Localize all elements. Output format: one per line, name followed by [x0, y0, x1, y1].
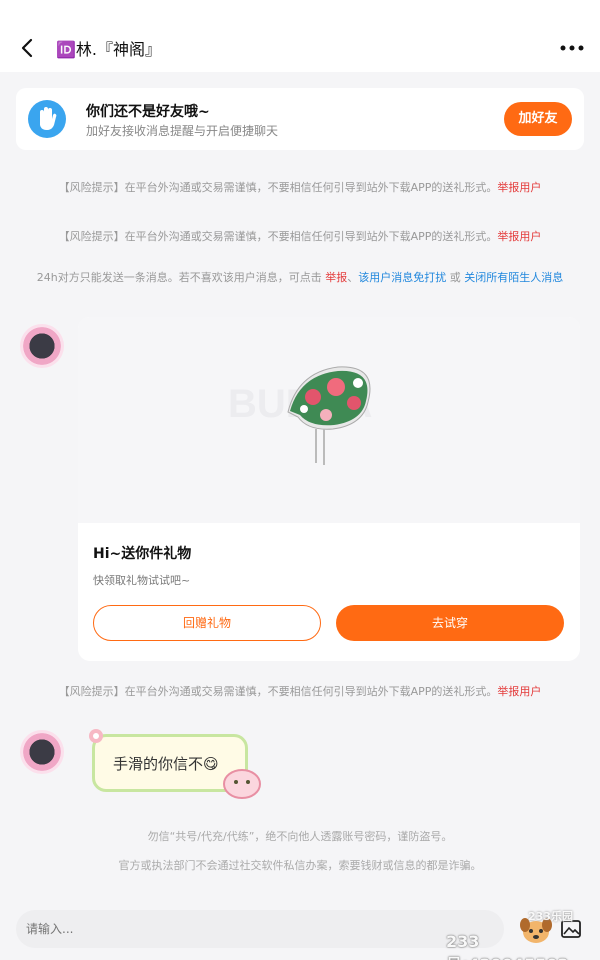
- more-dots-icon: [560, 45, 584, 51]
- sender-avatar[interactable]: [20, 730, 64, 774]
- report-link[interactable]: 举报: [325, 271, 347, 284]
- mute-user-link[interactable]: 该用户消息免打扰: [358, 271, 446, 284]
- back-button[interactable]: [14, 34, 42, 62]
- try-on-button[interactable]: 去试穿: [336, 605, 564, 641]
- top-nav-bar: 🆔林.『神阁』: [0, 0, 600, 72]
- flower-decoration-icon: [89, 729, 103, 743]
- user-id-watermark: 233号:439045503: [446, 932, 569, 960]
- fraud-warning-note: 官方或执法部门不会通过社交软件私信办案，索要钱财或信息的都是诈骗。: [118, 859, 482, 872]
- risk-notice: 【风险提示】在平台外沟通或交易需谨慎，不要相信任何引导到站外下载APP的送礼形式…: [20, 229, 580, 244]
- cartoon-sticker-icon: [223, 769, 261, 799]
- brand-watermark: 233乐园: [528, 910, 573, 923]
- message-limit-notice: 24h对方只能发送一条消息。若不喜欢该用户消息，可点击 举报、该用户消息免打扰 …: [20, 270, 580, 286]
- separator-text: 、: [347, 271, 359, 284]
- chevron-left-icon: [21, 38, 33, 58]
- sender-avatar[interactable]: [20, 324, 64, 368]
- risk-notice-text: 【风险提示】在平台外沟通或交易需谨慎，不要相信任何引导到站外下载APP的送礼形式…: [58, 181, 498, 194]
- message-input-container: [16, 910, 504, 948]
- or-text: 或: [449, 271, 461, 284]
- return-gift-button[interactable]: 回赠礼物: [93, 605, 321, 641]
- risk-notice: 【风险提示】在平台外沟通或交易需谨慎，不要相信任何引导到站外下载APP的送礼形式…: [20, 180, 580, 195]
- limit-notice-text: 24h对方只能发送一条消息。若不喜欢该用户消息，可点击: [36, 271, 322, 284]
- report-user-link[interactable]: 举报用户: [497, 230, 541, 243]
- hand-wave-icon: [28, 100, 66, 138]
- risk-notice-text: 【风险提示】在平台外沟通或交易需谨慎，不要相信任何引导到站外下载APP的送礼形式…: [58, 230, 498, 243]
- gift-image: BUBBA: [78, 317, 580, 523]
- add-friend-button[interactable]: 加好友: [504, 102, 572, 136]
- risk-notice-text: 【风险提示】在平台外沟通或交易需谨慎，不要相信任何引导到站外下载APP的送礼形式…: [58, 685, 498, 698]
- gift-title: Hi~送你件礼物: [93, 546, 192, 562]
- friend-banner-subtitle: 加好友接收消息提醒与开启便捷聊天: [86, 124, 279, 138]
- gift-message-card: BUBBA Hi~送你件礼物 快领取礼物试试吧~ 回赠礼物 去试穿: [78, 317, 580, 661]
- more-button[interactable]: [556, 34, 588, 62]
- report-user-link[interactable]: 举报用户: [497, 685, 541, 698]
- chat-title: 🆔林.『神阁』: [56, 40, 162, 59]
- tongue-emoji: 😋: [203, 755, 219, 773]
- chat-message-text: 手滑的你信不😋: [113, 753, 219, 774]
- gift-subtitle: 快领取礼物试试吧~: [93, 574, 191, 587]
- message-text: 手滑的你信不: [113, 755, 204, 773]
- close-stranger-messages-link[interactable]: 关闭所有陌生人消息: [464, 271, 563, 284]
- message-input[interactable]: [16, 910, 504, 948]
- risk-notice: 【风险提示】在平台外沟通或交易需谨慎，不要相信任何引导到站外下载APP的送礼形式…: [20, 684, 580, 699]
- report-user-link[interactable]: 举报用户: [497, 181, 541, 194]
- friend-banner-title: 你们还不是好友哦~: [86, 104, 210, 120]
- account-safety-note: 勿信“共号/代充/代练”，绝不向他人透露账号密码，谨防盗号。: [147, 830, 453, 843]
- add-friend-banner: 你们还不是好友哦~ 加好友接收消息提醒与开启便捷聊天 加好友: [16, 88, 584, 150]
